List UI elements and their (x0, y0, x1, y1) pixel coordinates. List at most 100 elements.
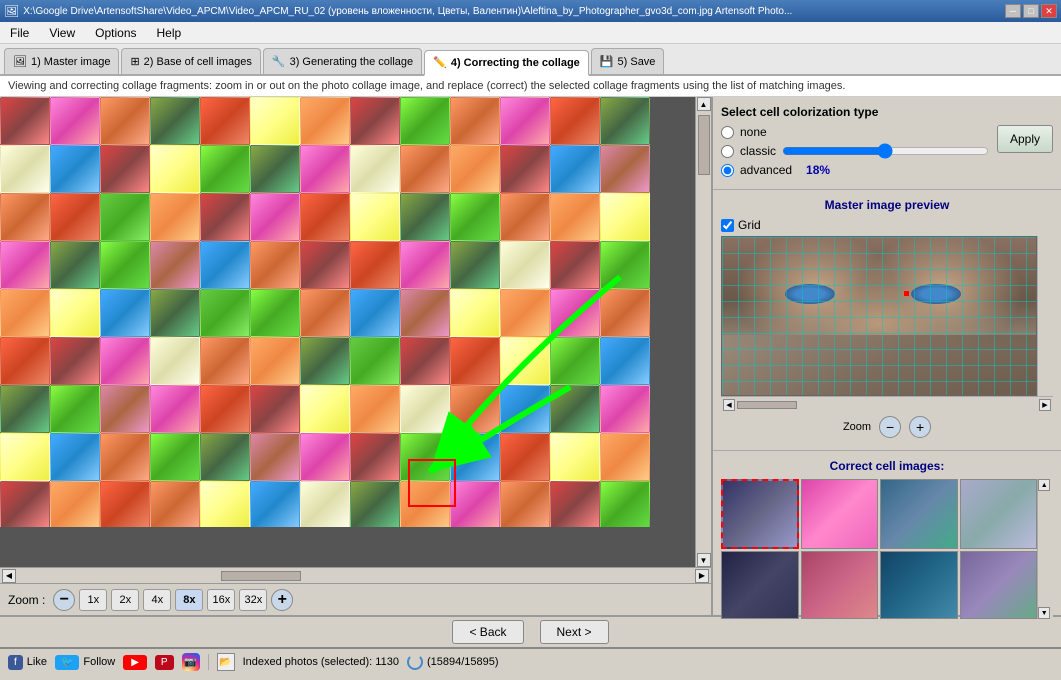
horizontal-scrollbar[interactable]: ◀ ▶ (0, 567, 711, 583)
youtube-button[interactable]: ▶ (123, 655, 147, 670)
zoom-32x-button[interactable]: 32x (239, 589, 267, 611)
tabbar: 🖼 1) Master image ⊞ 2) Base of cell imag… (0, 44, 1061, 76)
zoom-label: Zoom : (8, 593, 45, 607)
scroll-thumb[interactable] (698, 115, 710, 175)
cell-scroll-down[interactable]: ▼ (1038, 607, 1050, 619)
h-scroll-thumb[interactable] (221, 571, 301, 581)
menu-options[interactable]: Options (89, 24, 142, 42)
face-preview (722, 237, 1036, 395)
preview-zoom-bar: Zoom − + (721, 412, 1053, 442)
window-title: X:\Google Drive\ArtensoftShare\Video_APC… (23, 6, 792, 17)
progress-section: (15894/15895) (407, 654, 499, 670)
cell-thumb-3[interactable] (880, 479, 958, 549)
back-button[interactable]: < Back (452, 620, 523, 644)
like-label[interactable]: Like (27, 656, 47, 668)
cell-thumb-4[interactable] (960, 479, 1038, 549)
progress-label: (15894/15895) (427, 656, 499, 668)
save-icon: 💾 (600, 55, 614, 68)
radio-classic[interactable] (721, 145, 734, 158)
radio-advanced[interactable] (721, 164, 734, 177)
progress-spinner (407, 654, 423, 670)
tab-save[interactable]: 💾 5) Save (591, 48, 665, 74)
titlebar-left: 🖼 X:\Google Drive\ArtensoftShare\Video_A… (4, 4, 792, 18)
zoom-8x-button[interactable]: 8x (175, 589, 203, 611)
cell-thumb-6[interactable] (801, 551, 879, 619)
grid-label: Grid (738, 218, 761, 232)
tab-generating[interactable]: 🔧 3) Generating the collage (263, 48, 422, 74)
menubar: File View Options Help (0, 22, 1061, 44)
cell-thumb-1[interactable] (721, 479, 799, 549)
next-button[interactable]: Next > (540, 620, 609, 644)
titlebar-controls[interactable]: ─ □ ✕ (1005, 4, 1057, 18)
info-text: Viewing and correcting collage fragments… (8, 80, 845, 92)
grid-checkbox[interactable] (721, 219, 734, 232)
radio-classic-label: classic (740, 144, 776, 158)
zoom-16x-button[interactable]: 16x (207, 589, 235, 611)
facebook-section: f Like (8, 655, 47, 670)
twitter-button[interactable]: 🐦 (55, 655, 79, 670)
cell-thumb-8[interactable] (960, 551, 1038, 619)
wand-icon: 🔧 (272, 55, 286, 68)
facebook-button[interactable]: f (8, 655, 23, 670)
cell-images-grid (721, 479, 1037, 619)
apply-button[interactable]: Apply (997, 125, 1053, 153)
vertical-scrollbar[interactable]: ▲ ▼ (695, 97, 711, 567)
indexed-icon: 📂 (217, 653, 235, 671)
maximize-button[interactable]: □ (1023, 4, 1039, 18)
follow-label[interactable]: Follow (83, 656, 115, 668)
tab-base-cell[interactable]: ⊞ 2) Base of cell images (121, 48, 260, 74)
minimize-button[interactable]: ─ (1005, 4, 1021, 18)
preview-scrollbar[interactable] (1037, 236, 1053, 396)
status-divider-1 (208, 654, 209, 670)
zoom-in-button[interactable]: + (271, 589, 293, 611)
close-button[interactable]: ✕ (1041, 4, 1057, 18)
radio-none[interactable] (721, 126, 734, 139)
menu-file[interactable]: File (4, 24, 35, 42)
instagram-button[interactable]: 📷 (182, 653, 200, 671)
scroll-up-arrow[interactable]: ▲ (697, 97, 711, 111)
cell-images-wrapper: ▲ ▼ (721, 479, 1053, 619)
preview-zoom-in[interactable]: + (909, 416, 931, 438)
zoom-2x-button[interactable]: 2x (111, 589, 139, 611)
zoom-out-button[interactable]: − (53, 589, 75, 611)
scroll-down-arrow[interactable]: ▼ (697, 553, 711, 567)
zoom-1x-button[interactable]: 1x (79, 589, 107, 611)
scroll-left-arrow[interactable]: ◀ (2, 569, 16, 583)
menu-view[interactable]: View (43, 24, 81, 42)
radio-none-label: none (740, 125, 767, 139)
classic-slider[interactable] (782, 143, 989, 159)
colorization-title: Select cell colorization type (721, 105, 1053, 119)
cell-scrollbar[interactable]: ▲ ▼ (1037, 479, 1053, 619)
menu-help[interactable]: Help (151, 24, 188, 42)
collage-wrapper: ▲ ▼ (0, 97, 711, 567)
preview-title: Master image preview (721, 198, 1053, 212)
indexed-photos-label: Indexed photos (selected): 1130 (243, 656, 399, 668)
statusbar: f Like 🐦 Follow ▶ P 📷 📂 Indexed photos (… (0, 647, 1061, 675)
cell-thumb-5[interactable] (721, 551, 799, 619)
preview-zoom-out[interactable]: − (879, 416, 901, 438)
collage-viewport[interactable] (0, 97, 695, 567)
grid-icon: ⊞ (130, 55, 139, 68)
prev-hscroll-thumb[interactable] (737, 401, 797, 409)
preview-hscroll[interactable]: ◀ ▶ (721, 396, 1053, 412)
cell-thumb-7[interactable] (880, 551, 958, 619)
prev-scroll-right[interactable]: ▶ (1039, 399, 1051, 411)
main-content: ▲ ▼ ◀ ▶ Zoom : − 1x 2x 4x 8x 16x 32x + (0, 97, 1061, 615)
preview-section: Master image preview Grid (713, 190, 1061, 451)
zoom-4x-button[interactable]: 4x (143, 589, 171, 611)
titlebar: 🖼 X:\Google Drive\ArtensoftShare\Video_A… (0, 0, 1061, 22)
tab-master-image[interactable]: 🖼 1) Master image (4, 48, 119, 74)
cell-thumb-2[interactable] (801, 479, 879, 549)
scroll-right-arrow[interactable]: ▶ (695, 569, 709, 583)
pinterest-button[interactable]: P (155, 655, 174, 670)
right-panel: Select cell colorization type none class… (711, 97, 1061, 615)
infobar: Viewing and correcting collage fragments… (0, 76, 1061, 97)
tab-correcting[interactable]: ✏️ 4) Correcting the collage (424, 50, 589, 76)
app-icon: 🖼 (4, 4, 19, 18)
cell-scroll-up[interactable]: ▲ (1038, 479, 1050, 491)
image-icon: 🖼 (13, 55, 27, 68)
preview-zoom-label: Zoom (843, 421, 871, 433)
grid-overlay (722, 237, 1036, 395)
preview-image[interactable] (721, 236, 1037, 396)
prev-scroll-left[interactable]: ◀ (723, 399, 735, 411)
